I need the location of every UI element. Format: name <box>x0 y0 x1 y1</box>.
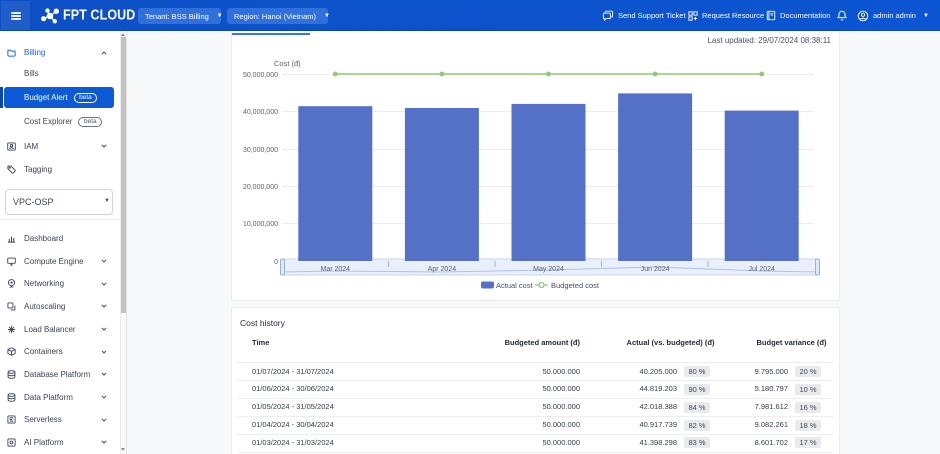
svg-text:Mar 2024: Mar 2024 <box>321 266 351 273</box>
svg-text:40,000,000: 40,000,000 <box>243 109 278 116</box>
svg-text:20,000,000: 20,000,000 <box>243 184 278 191</box>
svg-text:Jun 2024: Jun 2024 <box>641 266 670 273</box>
svg-text:50,000,000: 50,000,000 <box>243 72 278 79</box>
svg-text:Budgeted cost: Budgeted cost <box>551 281 600 290</box>
svg-text:Cost (đ): Cost (đ) <box>274 59 301 68</box>
svg-text:30,000,000: 30,000,000 <box>243 147 278 154</box>
svg-text:Jul 2024: Jul 2024 <box>748 266 775 273</box>
svg-text:10,000,000: 10,000,000 <box>243 221 278 228</box>
svg-text:0: 0 <box>274 259 278 266</box>
svg-text:Actual cost: Actual cost <box>496 281 534 290</box>
svg-text:Apr 2024: Apr 2024 <box>428 266 457 273</box>
svg-text:May 2024: May 2024 <box>533 266 564 273</box>
